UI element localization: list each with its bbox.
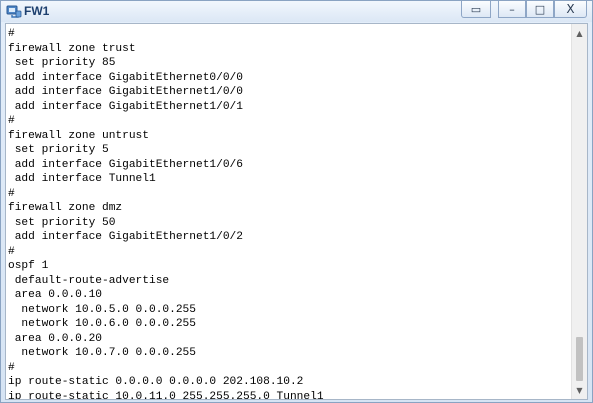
scroll-down-arrow-icon[interactable]: ▼ (572, 382, 587, 398)
minimize-button[interactable]: – (498, 1, 526, 18)
console-area[interactable]: # firewall zone trust set priority 85 add… (5, 23, 588, 400)
console-line: # (8, 361, 15, 374)
console-line: network 10.0.5.0 0.0.0.255 (8, 303, 196, 316)
console-line: firewall zone dmz (8, 202, 123, 214)
scroll-up-arrow-icon[interactable]: ▲ (572, 25, 587, 41)
window-options-icon: ▭ (470, 2, 482, 16)
console-line: add interface GigabitEthernet1/0/6 (8, 158, 243, 171)
console-line: ip route-static 10.0.11.0 255.255.255.0 … (8, 390, 324, 400)
console-line: add interface GigabitEthernet1/0/2 (8, 231, 243, 243)
console-line: add interface GigabitEthernet1/0/0 (8, 86, 243, 98)
console-line: set priority 85 (8, 57, 116, 69)
maximize-button[interactable]: □ (526, 1, 554, 18)
console-line: area 0.0.0.10 (8, 289, 102, 301)
console-line: area 0.0.0.20 (8, 332, 102, 345)
console-line: # (8, 115, 15, 127)
minimize-icon: – (509, 2, 515, 16)
title-bar[interactable]: FW1 ▭ – □ X (1, 1, 592, 22)
terminal-app-icon (6, 5, 22, 18)
console-line: # (8, 28, 15, 40)
console-line: network 10.0.6.0 0.0.0.255 (8, 318, 196, 330)
console-line: add interface Tunnel1 (8, 173, 156, 185)
console-line: # (8, 187, 15, 200)
console-line: # (8, 245, 15, 258)
console-line: set priority 5 (8, 144, 109, 156)
console-line: firewall zone untrust (8, 129, 149, 142)
console-line: ip route-static 0.0.0.0 0.0.0.0 202.108.… (8, 376, 304, 388)
console-output[interactable]: # firewall zone trust set priority 85 add… (8, 27, 573, 400)
console-line: firewall zone trust (8, 42, 136, 55)
close-button[interactable]: X (554, 1, 587, 18)
console-line: default-route-advertise (8, 274, 170, 287)
window-options-button[interactable]: ▭ (461, 1, 491, 18)
close-icon: X (566, 2, 575, 16)
scrollbar-thumb[interactable] (576, 337, 583, 381)
console-line: set priority 50 (8, 216, 116, 229)
terminal-window: FW1 ▭ – □ X # firewall zone trust set pri… (0, 0, 593, 403)
console-line: add interface GigabitEthernet0/0/0 (8, 71, 243, 84)
console-line: network 10.0.7.0 0.0.0.255 (8, 347, 196, 359)
maximize-icon: □ (534, 2, 546, 16)
console-line: add interface GigabitEthernet1/0/1 (8, 100, 243, 113)
vertical-scrollbar[interactable]: ▲ ▼ (571, 24, 587, 399)
window-title: FW1 (24, 4, 50, 18)
console-line: ospf 1 (8, 260, 49, 272)
